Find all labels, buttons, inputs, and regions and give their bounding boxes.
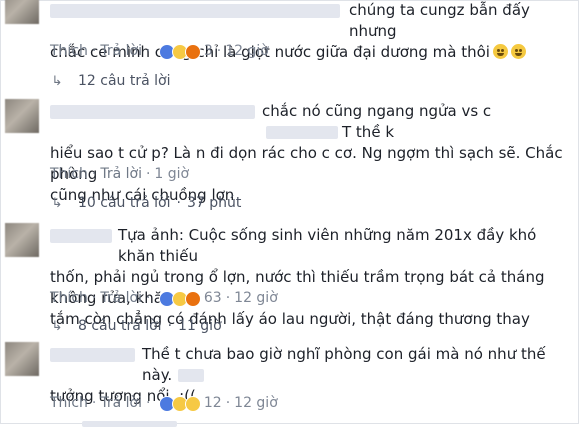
replies-time: 11 giờ — [178, 318, 222, 334]
view-replies-link[interactable]: ↳ 10 câu trả lời · 37 phút — [50, 194, 242, 213]
comment-actions: Thích · Trả lời · 12 · 12 giờ — [50, 395, 278, 412]
like-link[interactable]: Thích — [50, 166, 88, 182]
comment-time[interactable]: 12 giờ — [234, 290, 278, 306]
grinning-sweat-emoji-icon — [492, 44, 508, 59]
comment-text: Tựa ảnh: Cuộc sống sinh viên những năm 2… — [50, 225, 565, 330]
comment-actions: Thích · Trả lời · 1 giờ — [50, 166, 190, 182]
comment-line: T thề k — [342, 123, 395, 141]
comment-line: chúng ta cungz bẫn đấy nhưng — [349, 1, 530, 40]
avatar[interactable] — [5, 223, 39, 257]
mention-redacted — [266, 126, 338, 139]
comment-4: Thề t chưa bao giờ nghĩ phòng con gái mà… — [0, 342, 580, 427]
comment-time[interactable]: 12 giờ — [234, 395, 278, 411]
reaction-count[interactable]: 3 — [204, 43, 213, 59]
sad-reaction-icon — [184, 396, 201, 412]
grinning-sweat-emoji-icon — [510, 44, 526, 59]
like-link[interactable]: Thích — [50, 395, 88, 411]
reply-arrow-icon: ↳ — [51, 74, 63, 89]
comment-line: Tựa ảnh: Cuộc sống sinh viên những năm 2… — [118, 226, 537, 265]
avatar[interactable] — [5, 99, 39, 133]
comment-actions: Thích · Trả lời · 63 · 12 giờ — [50, 290, 278, 307]
reactions-summary[interactable] — [158, 43, 201, 60]
comment-3: Tựa ảnh: Cuộc sống sinh viên những năm 2… — [0, 223, 580, 338]
comment-1: chúng ta cungz bẫn đấy nhưng chắc ce mìn… — [0, 0, 580, 95]
replies-count[interactable]: 12 câu trả lời — [78, 73, 170, 89]
reply-link[interactable]: Trả lời — [100, 166, 142, 182]
next-comment-redacted — [82, 421, 177, 427]
reply-link[interactable]: Trả lời — [100, 395, 142, 411]
angry-reaction-icon — [184, 44, 201, 60]
comment-line: chắc nó cũng ngang ngửa vs c — [262, 102, 492, 120]
comment-actions: Thích · Trả lời · 3 · 12 giờ — [50, 43, 269, 60]
reply-link[interactable]: Trả lời — [100, 43, 142, 59]
replies-count[interactable]: 8 câu trả lời — [78, 318, 162, 334]
reply-arrow-icon: ↳ — [51, 319, 63, 334]
text-redacted — [178, 369, 205, 382]
reply-link[interactable]: Trả lời — [100, 290, 142, 306]
comment-time[interactable]: 1 giờ — [154, 166, 189, 182]
like-link[interactable]: Thích — [50, 43, 88, 59]
reply-arrow-icon: ↳ — [51, 196, 63, 211]
comment-text: chắc nó cũng ngang ngửa vs cT thề k hiểu… — [50, 101, 565, 206]
view-replies-link[interactable]: ↳ 8 câu trả lời · 11 giờ — [50, 317, 222, 336]
comment-2: chắc nó cũng ngang ngửa vs cT thề k hiểu… — [0, 99, 580, 219]
reaction-count[interactable]: 63 — [204, 290, 222, 306]
avatar[interactable] — [5, 342, 39, 376]
replies-time: 37 phút — [186, 195, 242, 211]
like-link[interactable]: Thích — [50, 290, 88, 306]
reaction-count[interactable]: 12 — [204, 395, 222, 411]
reactions-summary[interactable] — [158, 290, 201, 307]
angry-reaction-icon — [184, 291, 201, 307]
replies-count[interactable]: 10 câu trả lời — [78, 195, 170, 211]
view-replies-link[interactable]: ↳ 12 câu trả lời — [50, 72, 171, 91]
comment-time[interactable]: 12 giờ — [225, 43, 269, 59]
reactions-summary[interactable] — [158, 395, 201, 412]
avatar[interactable] — [5, 0, 39, 24]
